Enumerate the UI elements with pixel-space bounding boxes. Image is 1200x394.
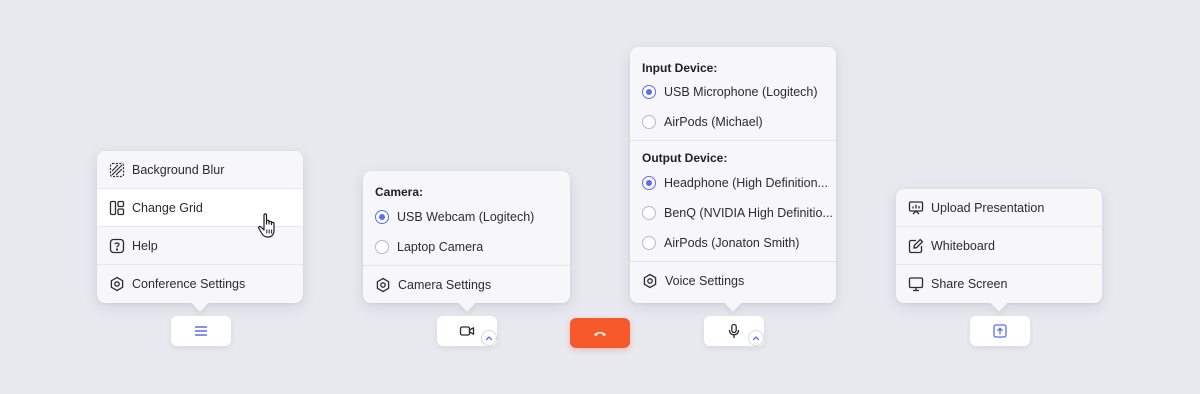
radio-selected[interactable] [642, 176, 656, 190]
change-grid-label: Change Grid [132, 200, 203, 215]
share-screen-item[interactable]: Share Screen [896, 265, 1102, 303]
camera-option[interactable]: Laptop Camera [363, 232, 570, 262]
output-device-option[interactable]: BenQ (NVIDIA High Definitio... [630, 198, 836, 228]
chevron-up-icon [485, 336, 493, 341]
video-camera-icon [459, 326, 475, 336]
menu-button[interactable] [171, 316, 231, 346]
hang-up-icon [594, 332, 606, 336]
conference-controls-canvas: Background Blur Change Grid Help Confere… [0, 0, 1200, 394]
output-device-label: BenQ (NVIDIA High Definitio... [664, 206, 833, 220]
background-blur-icon [109, 162, 125, 178]
voice-settings-label: Voice Settings [665, 273, 745, 288]
grid-icon [109, 200, 125, 216]
background-blur-label: Background Blur [132, 162, 225, 177]
camera-popover: Camera: USB Webcam (Logitech) Laptop Cam… [363, 171, 570, 303]
settings-icon [642, 273, 658, 289]
output-device-option[interactable]: AirPods (Jonaton Smith) [630, 228, 836, 258]
camera-option-label: Laptop Camera [397, 240, 484, 254]
camera-option-label: USB Webcam (Logitech) [397, 210, 535, 224]
microphone-options-caret[interactable] [748, 330, 764, 346]
radio-unselected[interactable] [642, 236, 656, 250]
camera-option[interactable]: USB Webcam (Logitech) [363, 202, 570, 232]
share-button[interactable] [970, 316, 1030, 346]
share-popover: Upload Presentation Whiteboard Share Scr… [896, 189, 1102, 303]
whiteboard-item[interactable]: Whiteboard [896, 227, 1102, 265]
upload-presentation-item[interactable]: Upload Presentation [896, 189, 1102, 227]
radio-unselected[interactable] [642, 206, 656, 220]
camera-title: Camera: [375, 185, 424, 199]
upload-presentation-label: Upload Presentation [931, 200, 1045, 215]
radio-selected[interactable] [375, 210, 389, 224]
chevron-up-icon [752, 336, 760, 341]
settings-icon [375, 277, 391, 293]
conference-settings-item[interactable]: Conference Settings [97, 265, 303, 303]
radio-selected[interactable] [642, 85, 656, 99]
audio-popover: Input Device: USB Microphone (Logitech) … [630, 47, 836, 303]
input-device-option[interactable]: AirPods (Michael) [630, 107, 836, 137]
conference-settings-label: Conference Settings [132, 277, 246, 291]
radio-unselected[interactable] [642, 115, 656, 129]
input-device-title: Input Device: [642, 61, 718, 75]
input-device-label: USB Microphone (Logitech) [664, 85, 818, 99]
hamburger-menu-icon [194, 326, 208, 336]
whiteboard-label: Whiteboard [931, 238, 995, 253]
camera-settings-item[interactable]: Camera Settings [363, 266, 570, 303]
share-screen-label: Share Screen [931, 277, 1008, 291]
camera-settings-label: Camera Settings [398, 277, 492, 292]
output-device-option[interactable]: Headphone (High Definition... [630, 168, 836, 198]
whiteboard-icon [908, 238, 924, 254]
voice-settings-item[interactable]: Voice Settings [630, 262, 836, 299]
end-call-button[interactable] [570, 318, 630, 348]
microphone-icon [728, 323, 740, 339]
settings-icon [109, 276, 125, 292]
output-device-label: AirPods (Jonaton Smith) [664, 236, 800, 250]
monitor-icon [908, 276, 924, 292]
input-device-option[interactable]: USB Microphone (Logitech) [630, 77, 836, 107]
presentation-icon [908, 200, 924, 216]
output-device-title: Output Device: [642, 151, 728, 165]
radio-unselected[interactable] [375, 240, 389, 254]
output-device-label: Headphone (High Definition... [664, 176, 828, 190]
hand-cursor-icon [258, 213, 275, 238]
help-icon [109, 238, 125, 254]
help-label: Help [132, 238, 158, 253]
input-device-label: AirPods (Michael) [664, 115, 763, 129]
camera-options-caret[interactable] [481, 330, 497, 346]
share-upload-icon [993, 324, 1007, 338]
background-blur-item[interactable]: Background Blur [97, 151, 303, 189]
